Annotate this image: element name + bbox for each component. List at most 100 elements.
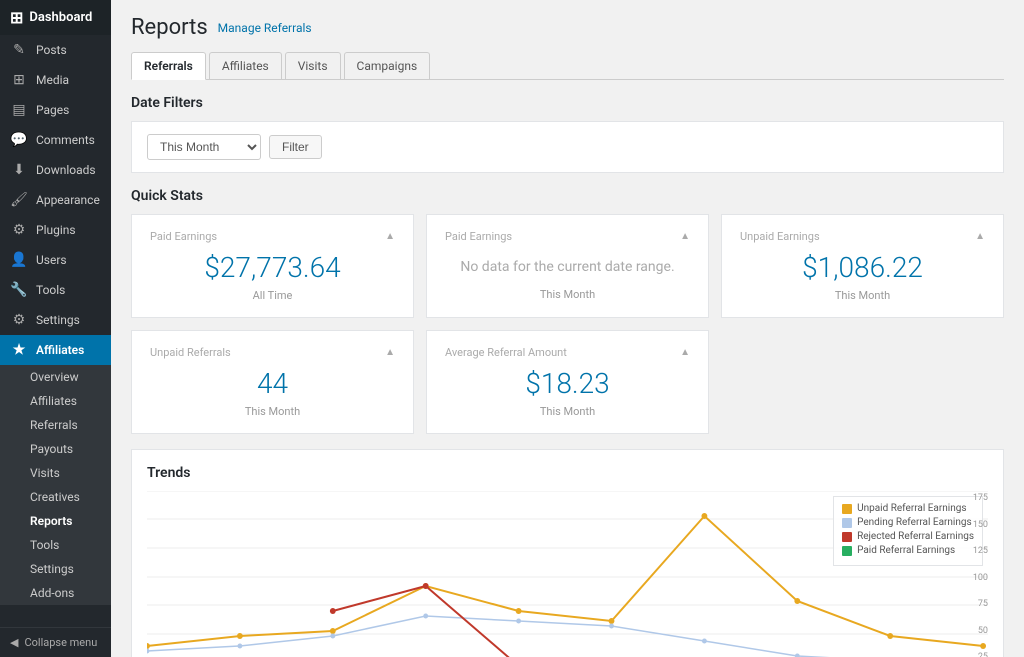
collapse-menu-label: Collapse menu [24,636,97,649]
submenu-payouts[interactable]: Payouts [0,437,111,461]
sidebar-item-plugins[interactable]: ⚙ Plugins [0,215,111,245]
sidebar-item-label: Downloads [36,163,96,177]
stats-row2-empty [721,330,1004,434]
stat-arrow-icon-2: ▲ [680,231,690,242]
tab-referrals[interactable]: Referrals [131,52,206,80]
stat-value-unpaid-ref: 44 [150,367,395,400]
trends-section: Trends [131,449,1004,657]
legend-label-paid: Paid Referral Earnings [857,545,955,556]
stat-card-paid-alltime: Paid Earnings ▲ $27,773.64 All Time [131,214,414,318]
sidebar-item-label: Media [36,73,69,87]
stats-row-1: Paid Earnings ▲ $27,773.64 All Time Paid… [131,214,1004,318]
sidebar-item-media[interactable]: ⊞ Media [0,65,111,95]
legend-label-unpaid: Unpaid Referral Earnings [857,503,966,514]
legend-dot-unpaid [842,504,852,514]
sidebar-item-label: Appearance [36,193,100,207]
legend-dot-pending [842,518,852,528]
date-range-select[interactable]: Today Yesterday This Week Last Week This… [147,134,261,160]
plugins-icon: ⚙ [10,222,28,238]
sidebar-item-tools[interactable]: 🔧 Tools [0,275,111,305]
affiliates-icon: ★ [10,342,28,358]
stat-card-unpaid-referrals: Unpaid Referrals ▲ 44 This Month [131,330,414,434]
sidebar-item-label: Comments [36,133,95,147]
media-icon: ⊞ [10,72,28,88]
sidebar-item-settings[interactable]: ⚙ Settings [0,305,111,335]
stat-arrow-icon-4: ▲ [385,347,395,358]
appearance-icon: 🖌 [10,192,28,208]
pages-icon: ▤ [10,102,28,118]
submenu-referrals[interactable]: Referrals [0,413,111,437]
stat-title-unpaid-ref: Unpaid Referrals [150,346,231,359]
stats-row-2: Unpaid Referrals ▲ 44 This Month Average… [131,330,1004,434]
stat-card-paid-month: Paid Earnings ▲ No data for the current … [426,214,709,318]
tab-visits[interactable]: Visits [285,52,341,79]
stat-subtitle-unpaid-month: This Month [740,289,985,302]
sidebar-item-affiliates[interactable]: ★ Affiliates [0,335,111,365]
sidebar-item-label: Plugins [36,223,76,237]
submenu-tools[interactable]: Tools [0,533,111,557]
y-label-25: 25 [960,652,988,657]
chart-container: Unpaid Referral Earnings Pending Referra… [147,491,988,657]
comments-icon: 💬 [10,132,28,148]
trends-title: Trends [147,465,988,481]
stat-value-avg-ref: $18.23 [445,367,690,400]
sidebar-item-comments[interactable]: 💬 Comments [0,125,111,155]
stat-title-paid-month: Paid Earnings [445,230,512,243]
affiliates-label: Affiliates [36,343,84,357]
legend-label-rejected: Rejected Referral Earnings [857,531,974,542]
stat-value-unpaid-month: $1,086.22 [740,251,985,284]
date-filter-section: Today Yesterday This Week Last Week This… [131,121,1004,173]
sidebar-item-label: Settings [36,313,80,327]
y-label-50: 50 [960,626,988,636]
submenu-addons[interactable]: Add-ons [0,581,111,605]
stat-card-avg-referral: Average Referral Amount ▲ $18.23 This Mo… [426,330,709,434]
sidebar-item-downloads[interactable]: ⬇ Downloads [0,155,111,185]
sidebar-item-label: Tools [36,283,65,297]
filter-button[interactable]: Filter [269,135,322,159]
page-header: Reports Manage Referrals [131,15,1004,40]
submenu-visits[interactable]: Visits [0,461,111,485]
y-label-175: 175 [960,493,988,503]
submenu-reports[interactable]: Reports [0,509,111,533]
sidebar-item-label: Posts [36,43,67,57]
date-filters-title: Date Filters [131,95,1004,111]
legend-item-pending: Pending Referral Earnings [842,517,974,528]
stat-title-unpaid-month: Unpaid Earnings [740,230,820,243]
submenu-overview[interactable]: Overview [0,365,111,389]
stat-card-unpaid-month: Unpaid Earnings ▲ $1,086.22 This Month [721,214,1004,318]
manage-referrals-link[interactable]: Manage Referrals [218,21,312,35]
y-label-75: 75 [960,599,988,609]
posts-icon: ✎ [10,42,28,58]
legend-dot-rejected [842,532,852,542]
tools-icon: 🔧 [10,282,28,298]
y-label-100: 100 [960,573,988,583]
tab-affiliates[interactable]: Affiliates [209,52,282,79]
dashboard-icon: ⊞ [10,8,23,27]
tab-campaigns[interactable]: Campaigns [344,52,431,79]
collapse-menu-button[interactable]: ◀ Collapse menu [0,627,111,657]
settings-icon: ⚙ [10,312,28,328]
affiliates-submenu: Overview Affiliates Referrals Payouts Vi… [0,365,111,605]
legend-dot-paid [842,546,852,556]
stat-value-paid-alltime: $27,773.64 [150,251,395,284]
stat-arrow-icon-3: ▲ [975,231,985,242]
stat-subtitle-paid-month: This Month [445,288,690,301]
submenu-creatives[interactable]: Creatives [0,485,111,509]
sidebar-item-users[interactable]: 👤 Users [0,245,111,275]
submenu-settings[interactable]: Settings [0,557,111,581]
stat-subtitle-avg-ref: This Month [445,405,690,418]
sidebar-header-label: Dashboard [29,10,92,25]
submenu-affiliates[interactable]: Affiliates [0,389,111,413]
stat-nodata-paid-month: No data for the current date range. [445,251,690,283]
sidebar-item-posts[interactable]: ✎ Posts [0,35,111,65]
stat-title-paid-alltime: Paid Earnings [150,230,217,243]
sidebar-item-pages[interactable]: ▤ Pages [0,95,111,125]
sidebar-header[interactable]: ⊞ Dashboard [0,0,111,35]
y-axis-labels: 175 150 125 100 75 50 25 0 [960,491,988,657]
quick-stats-title: Quick Stats [131,188,1004,204]
y-label-150: 150 [960,520,988,530]
stat-subtitle-paid-alltime: All Time [150,289,395,302]
legend-item-rejected: Rejected Referral Earnings [842,531,974,542]
sidebar-item-label: Pages [36,103,69,117]
sidebar-item-appearance[interactable]: 🖌 Appearance [0,185,111,215]
